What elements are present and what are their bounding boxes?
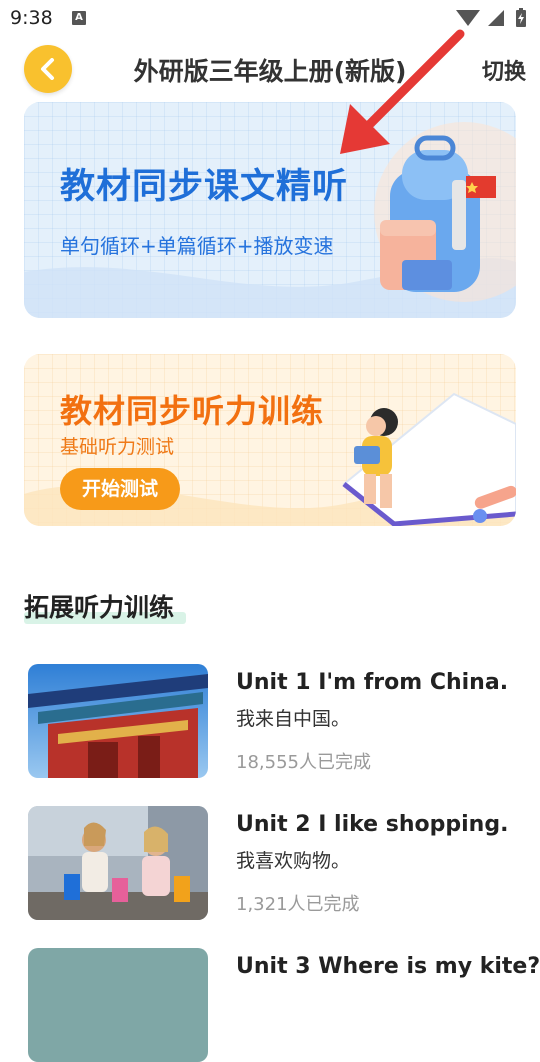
banner2-subtitle: 基础听力测试 bbox=[60, 436, 175, 458]
status-time: 9:38 bbox=[10, 7, 53, 29]
chevron-left-icon bbox=[41, 58, 54, 80]
kite-image bbox=[28, 948, 208, 1062]
banner1-subtitle: 单句循环+单篇循环+播放变速 bbox=[60, 234, 334, 258]
unit-title: Unit 2 I like shopping. bbox=[236, 812, 509, 837]
red-arrow-icon bbox=[340, 29, 465, 154]
battery-icon bbox=[516, 8, 526, 27]
wifi-icon bbox=[456, 10, 480, 26]
unit-completion-count: 18,555人已完成 bbox=[236, 752, 371, 773]
start-test-button[interactable]: 开始测试 bbox=[60, 468, 180, 510]
unit-item-1[interactable]: Unit 1 I'm from China. 我来自中国。 18,555人已完成 bbox=[28, 664, 518, 778]
banner1-title: 教材同步课文精听 bbox=[60, 167, 349, 207]
unit-subtitle: 我喜欢购物。 bbox=[236, 850, 351, 872]
unit-item-3[interactable]: Unit 3 Where is my kite? bbox=[28, 948, 540, 1062]
back-button[interactable] bbox=[24, 45, 72, 93]
unit-thumbnail bbox=[28, 664, 208, 778]
unit-completion-count: 1,321人已完成 bbox=[236, 894, 360, 915]
banner-listening-training[interactable]: 教材同步听力训练 基础听力测试 开始测试 bbox=[24, 354, 516, 526]
section-title: 拓展听力训练 bbox=[24, 593, 175, 622]
switch-button[interactable]: 切换 bbox=[482, 54, 526, 86]
banner2-title: 教材同步听力训练 bbox=[60, 392, 325, 430]
unit-title: Unit 1 I'm from China. bbox=[236, 670, 509, 695]
signal-icon bbox=[488, 10, 504, 26]
unit-item-2[interactable]: Unit 2 I like shopping. 我喜欢购物。 1,321人已完成 bbox=[28, 806, 518, 920]
unit-thumbnail bbox=[28, 806, 208, 920]
china-gate-image bbox=[28, 664, 208, 778]
status-icons bbox=[456, 8, 526, 27]
unit-thumbnail bbox=[28, 948, 208, 1062]
unit-subtitle: 我来自中国。 bbox=[236, 708, 351, 730]
reading-girl-illustration bbox=[342, 392, 516, 526]
shopping-image bbox=[28, 806, 208, 920]
unit-title: Unit 3 Where is my kite? bbox=[236, 954, 540, 979]
notification-icon: A bbox=[72, 11, 86, 25]
